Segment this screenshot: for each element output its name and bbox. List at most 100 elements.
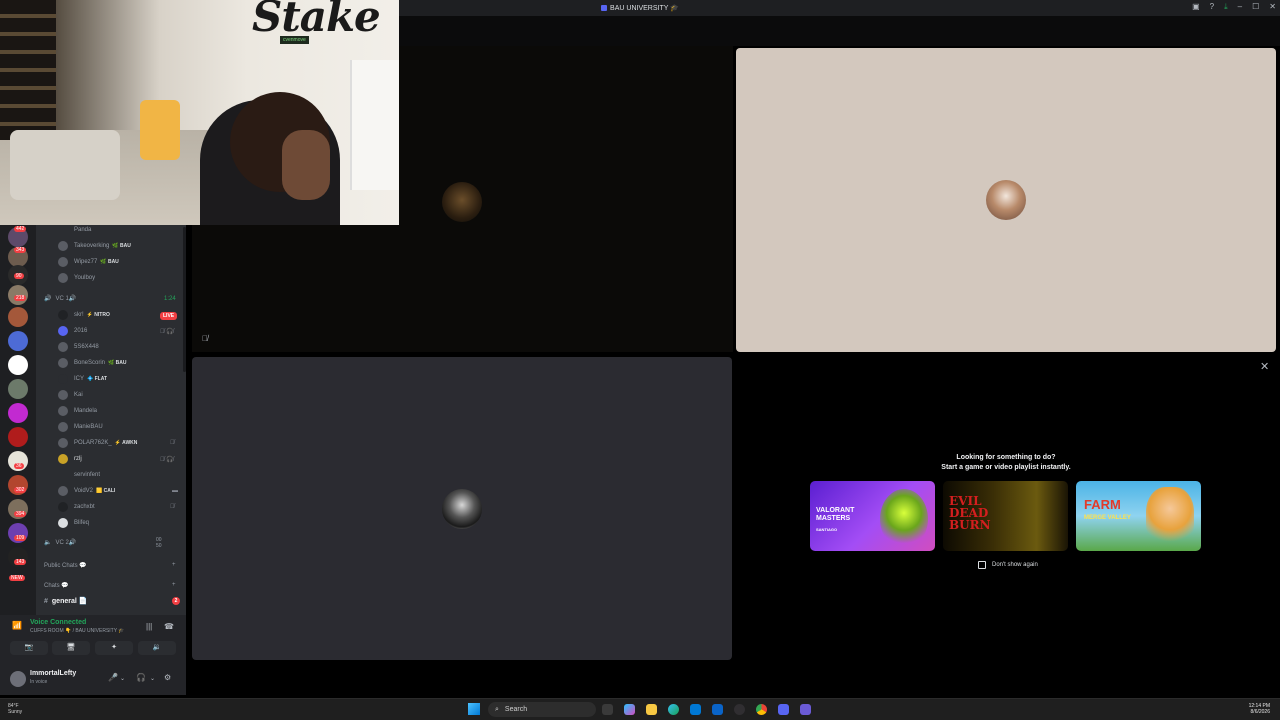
avatar <box>58 518 68 528</box>
avatar <box>58 257 68 267</box>
taskbar-search[interactable]: ⌕ Search <box>488 702 596 717</box>
voice-location[interactable]: CUFFS ROOM 👇 / BAU UNIVERSITY 🎓 <box>30 628 125 634</box>
task-view-icon[interactable] <box>602 704 613 715</box>
activity-card-evil-dead[interactable]: EVIL DEAD BURN <box>943 481 1068 551</box>
webcam-person-face <box>282 130 330 200</box>
muted-deafened-icons: 🎙̸ 🎧̸ <box>160 456 174 463</box>
chevron-down-icon[interactable]: ⌄ <box>150 675 155 682</box>
microphone-icon[interactable]: 🎤 <box>108 673 118 682</box>
member-row[interactable]: ICY 💠 FLAT <box>58 371 107 387</box>
activities-button[interactable]: ✦ <box>95 641 133 655</box>
member-row[interactable]: POLAR762K_ ⚡ AWKN 🎙̸ <box>58 435 175 451</box>
muted-icon: 🎙̸ <box>202 334 208 343</box>
activity-card-valorant[interactable]: VALORANT MASTERS SANTIAGO <box>810 481 935 551</box>
channel-general[interactable]: # general 📄 2 <box>44 595 182 607</box>
participant-avatar <box>442 489 482 529</box>
live-badge: LIVE <box>160 312 178 320</box>
voice-status[interactable]: Voice Connected <box>30 619 86 626</box>
camera-button[interactable]: 📷 <box>10 641 48 655</box>
avatar <box>58 502 68 512</box>
user-name[interactable]: ImmortalLefty <box>30 670 76 677</box>
server-icon-5[interactable] <box>8 307 28 327</box>
server-badge: 36 <box>14 463 24 469</box>
start-button[interactable] <box>468 703 480 715</box>
member-row[interactable]: zachxbt 🎙̸ <box>58 499 175 515</box>
dont-show-again-checkbox[interactable]: Don't show again <box>978 561 1038 569</box>
close-window-button[interactable]: ✕ <box>1269 2 1276 12</box>
member-row[interactable]: Youlboy <box>58 270 95 286</box>
category-public-chats[interactable]: Public Chats 💬 + <box>44 562 176 569</box>
server-icon-7[interactable] <box>8 355 28 375</box>
store-icon[interactable] <box>690 704 701 715</box>
server-icon-10[interactable] <box>8 427 28 447</box>
settings-gear-icon[interactable]: ⚙ <box>164 673 171 682</box>
obs-icon[interactable] <box>734 704 745 715</box>
calculator-icon[interactable] <box>800 704 811 715</box>
inbox-icon[interactable]: ▣ <box>1192 2 1200 12</box>
disconnect-icon[interactable]: ☎ <box>164 622 174 631</box>
server-badge: 218 <box>14 295 27 301</box>
add-channel-icon[interactable]: + <box>172 562 176 568</box>
chevron-down-icon[interactable]: ⌄ <box>120 675 125 682</box>
outlook-icon[interactable] <box>712 704 723 715</box>
member-row[interactable]: Kai <box>58 387 83 403</box>
window-controls: ▣ ? ⤓ – ☐ ✕ <box>1192 2 1276 12</box>
headphones-icon[interactable]: 🎧 <box>136 673 146 682</box>
member-row[interactable]: Blifeq <box>58 515 89 531</box>
voice-tile-light[interactable] <box>736 48 1276 352</box>
muted-icon: 🎙̸ <box>170 504 175 510</box>
avatar <box>58 422 68 432</box>
add-channel-icon[interactable]: + <box>172 582 176 588</box>
member-row[interactable]: Wipez77 🌿 BAU <box>58 254 119 270</box>
help-icon[interactable]: ? <box>1210 2 1214 12</box>
member-row[interactable]: 5S6X448 <box>58 339 99 355</box>
screen-share-button[interactable]: 🖥 <box>52 641 90 655</box>
server-icon-6[interactable] <box>8 331 28 351</box>
user-avatar[interactable] <box>10 671 26 687</box>
voice-channel-vc2[interactable]: 🔈 VC 2🔊 00 50 <box>44 537 162 549</box>
member-row[interactable]: Mandela <box>58 403 97 419</box>
avatar <box>58 486 68 496</box>
voice-tile-grey[interactable] <box>192 357 732 660</box>
muted-icon: 🎙̸ <box>170 440 175 446</box>
member-row[interactable]: BoneScorin 🌿 BAU <box>58 355 126 371</box>
server-icon-8[interactable] <box>8 379 28 399</box>
voice-channel-vc1[interactable]: 🔊 VC 1🔊 1:24 <box>44 295 176 303</box>
sponsor-sign: cvenmove <box>280 36 309 44</box>
activity-suggestions: Looking for something to do? Start a gam… <box>736 357 1276 660</box>
member-row[interactable]: Panda <box>58 225 91 238</box>
file-explorer-icon[interactable] <box>646 704 657 715</box>
server-icon-9[interactable] <box>8 403 28 423</box>
maximize-button[interactable]: ☐ <box>1252 2 1259 12</box>
activity-card-title: VALORANT MASTERS <box>816 507 855 522</box>
system-clock[interactable]: 12:14 PM 8/6/2026 <box>1249 703 1270 715</box>
webcam-shelf <box>0 0 56 140</box>
webcam-chair <box>140 100 180 160</box>
member-row[interactable]: servinfent <box>58 467 100 483</box>
close-icon[interactable]: ✕ <box>1260 360 1269 373</box>
screen-share-icon: ▬ <box>172 488 178 494</box>
search-icon: ⌕ <box>495 705 499 713</box>
member-row[interactable]: 2016 🎙̸ 🎧̸ <box>58 323 174 339</box>
member-row[interactable]: skr! ⚡ NITRO <box>58 307 110 323</box>
activity-card-farm-merge[interactable]: FARM MERGE VALLEY <box>1076 481 1201 551</box>
minimize-button[interactable]: – <box>1238 2 1242 12</box>
discord-icon[interactable] <box>778 704 789 715</box>
noise-suppression-icon[interactable]: ||| <box>146 622 152 631</box>
avatar <box>58 310 68 320</box>
copilot-icon[interactable] <box>624 704 635 715</box>
soundboard-button[interactable]: 🔉 <box>138 641 176 655</box>
member-row[interactable]: ManieBAU <box>58 419 103 435</box>
voice-connection-panel: 📶 Voice Connected CUFFS ROOM 👇 / BAU UNI… <box>0 615 186 663</box>
chrome-icon[interactable] <box>756 704 767 715</box>
download-icon[interactable]: ⤓ <box>1224 2 1228 12</box>
member-row[interactable]: VoidV2 🟨 CALI ▬ <box>58 483 178 499</box>
server-badge: 442 <box>14 226 27 232</box>
member-row[interactable]: Takeoverking 🌿 BAU <box>58 238 131 254</box>
category-chats[interactable]: Chats 💬 + <box>44 582 176 589</box>
weather-widget[interactable]: 84°F Sunny <box>8 703 22 715</box>
member-row[interactable]: rzlj 🎙̸ 🎧̸ <box>58 451 174 467</box>
edge-icon[interactable] <box>668 704 679 715</box>
signal-icon[interactable]: 📶 <box>12 621 22 630</box>
checkbox[interactable] <box>978 561 986 569</box>
